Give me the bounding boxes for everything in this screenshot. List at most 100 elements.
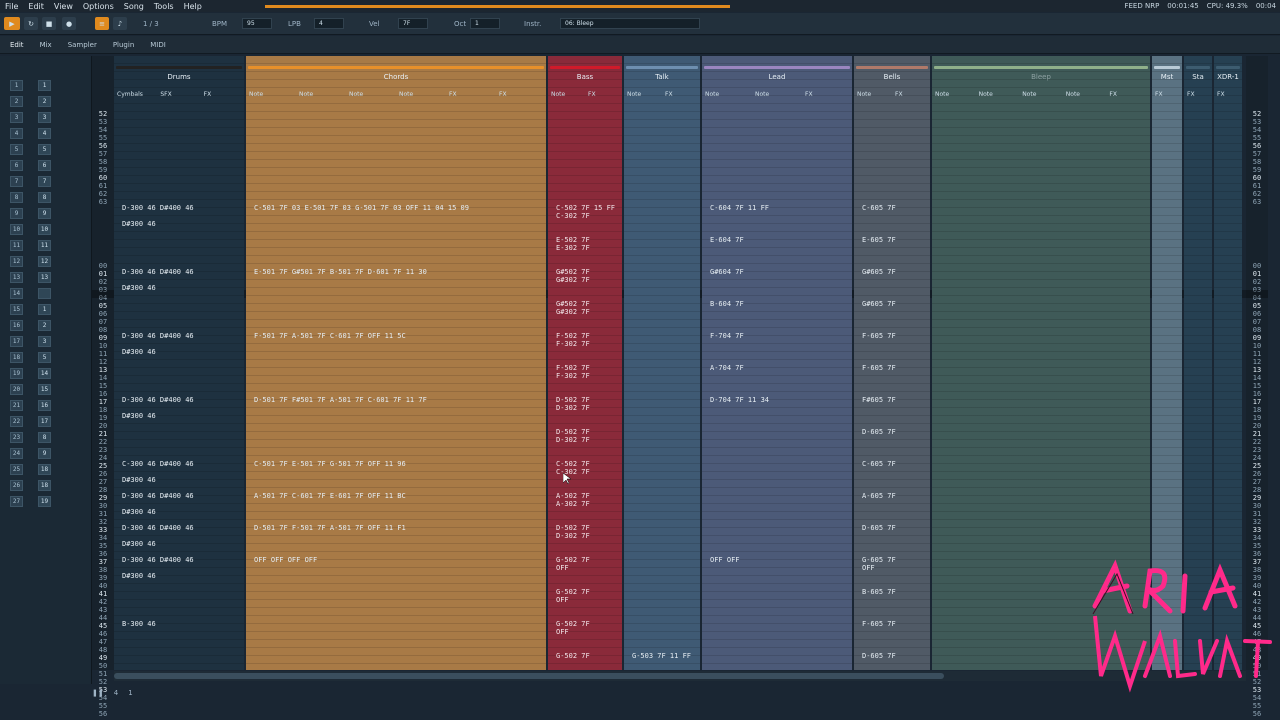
track-name[interactable]: Drums bbox=[114, 73, 244, 81]
note-cell[interactable]: D-501 7F F-501 7F A-501 7F OFF 11 F1 bbox=[254, 524, 406, 532]
note-cell[interactable]: OFF bbox=[556, 596, 569, 604]
pause-icon[interactable]: ❚❚ bbox=[92, 689, 104, 697]
note-cell[interactable]: D-300 46 D#400 46 bbox=[122, 524, 194, 532]
note-cell[interactable]: D-502 7F bbox=[556, 396, 590, 404]
sequence-position[interactable]: 15 bbox=[10, 304, 23, 315]
track-talk[interactable]: Talk Note FX G-503 7F 11 FF bbox=[624, 56, 700, 670]
menu-item-view[interactable]: View bbox=[49, 2, 78, 11]
sequence-pattern[interactable]: 11 bbox=[38, 240, 51, 251]
track-name[interactable]: Sta bbox=[1184, 73, 1212, 81]
note-cell[interactable]: C-604 7F 11 FF bbox=[710, 204, 769, 212]
track-name[interactable]: Lead bbox=[702, 73, 852, 81]
note-cell[interactable]: A-501 7F C-601 7F E-601 7F OFF 11 BC bbox=[254, 492, 406, 500]
track-drums[interactable]: Drums Cymbals SFX FX D-300 46 D#400 46 D#300 … bbox=[114, 56, 244, 670]
sequence-pattern[interactable]: 7 bbox=[38, 176, 51, 187]
note-cell[interactable]: G-502 7F bbox=[556, 588, 590, 596]
sequence-pattern[interactable]: 1 bbox=[38, 80, 51, 91]
note-cell[interactable]: A-605 7F bbox=[862, 492, 896, 500]
note-cell[interactable]: D#300 46 bbox=[122, 540, 156, 548]
sequence-position[interactable]: 2 bbox=[10, 96, 23, 107]
note-cell[interactable]: F-302 7F bbox=[556, 372, 590, 380]
note-cell[interactable]: C-501 7F 03 E-501 7F 03 G-501 7F 03 OFF … bbox=[254, 204, 469, 212]
note-cell[interactable]: F-501 7F A-501 7F C-601 7F OFF 11 5C bbox=[254, 332, 406, 340]
oct-step[interactable]: 4 bbox=[114, 689, 118, 697]
sequence-position[interactable]: 10 bbox=[10, 224, 23, 235]
menu-item-help[interactable]: Help bbox=[179, 2, 207, 11]
note-cell[interactable]: D#300 46 bbox=[122, 220, 156, 228]
tab-mix[interactable]: Mix bbox=[36, 39, 56, 51]
sequence-position[interactable]: 5 bbox=[10, 144, 23, 155]
note-cell[interactable]: OFF bbox=[556, 628, 569, 636]
note-cell[interactable]: F-502 7F bbox=[556, 332, 590, 340]
tab-edit[interactable]: Edit bbox=[6, 39, 28, 51]
track-name[interactable]: Chords bbox=[246, 73, 546, 81]
note-cell[interactable]: F-605 7F bbox=[862, 332, 896, 340]
note-cell[interactable]: G-503 7F 11 FF bbox=[632, 652, 691, 660]
note-cell[interactable]: D#300 46 bbox=[122, 348, 156, 356]
note-cell[interactable]: G#302 7F bbox=[556, 308, 590, 316]
lpb-input[interactable]: 4 bbox=[314, 18, 344, 29]
note-cell[interactable]: C-502 7F bbox=[556, 460, 590, 468]
note-cell[interactable]: E-502 7F bbox=[556, 236, 590, 244]
note-cell[interactable]: B-605 7F bbox=[862, 588, 896, 596]
track-name[interactable]: Bass bbox=[548, 73, 622, 81]
note-cell[interactable]: G#605 7F bbox=[862, 300, 896, 308]
note-cell[interactable]: D#300 46 bbox=[122, 508, 156, 516]
sequence-pattern[interactable]: 2 bbox=[38, 96, 51, 107]
stop-button[interactable]: ■ bbox=[42, 17, 56, 30]
sequence-position[interactable]: 20 bbox=[10, 384, 23, 395]
sequence-pattern[interactable]: 10 bbox=[38, 224, 51, 235]
record-button[interactable]: ● bbox=[62, 17, 76, 30]
track-lead[interactable]: Lead Note Note FX C-604 7F 11 FF E-604 7F G#6… bbox=[702, 56, 852, 670]
note-cell[interactable]: C-302 7F bbox=[556, 468, 590, 476]
note-cell[interactable]: D-300 46 D#400 46 bbox=[122, 396, 194, 404]
follow-icon[interactable]: ≡ bbox=[95, 17, 109, 30]
sequence-pattern[interactable]: 12 bbox=[38, 256, 51, 267]
sequence-pattern[interactable]: 14 bbox=[38, 368, 51, 379]
scrollbar-thumb[interactable] bbox=[114, 673, 944, 679]
sequence-position[interactable]: 6 bbox=[10, 160, 23, 171]
note-cell[interactable]: D-300 46 D#400 46 bbox=[122, 268, 194, 276]
tab-plugin[interactable]: Plugin bbox=[109, 39, 138, 51]
sequence-position[interactable]: 13 bbox=[10, 272, 23, 283]
note-cell[interactable]: G-502 7F bbox=[556, 620, 590, 628]
track-name[interactable]: Mst bbox=[1152, 73, 1182, 81]
note-cell[interactable]: OFF bbox=[862, 564, 875, 572]
note-cell[interactable]: C-502 7F 15 FF bbox=[556, 204, 615, 212]
track-name[interactable]: Talk bbox=[624, 73, 700, 81]
sequence-pattern[interactable]: 3 bbox=[38, 336, 51, 347]
note-cell[interactable]: F-605 7F bbox=[862, 620, 896, 628]
sequence-pattern[interactable]: 4 bbox=[38, 128, 51, 139]
note-cell[interactable]: D-704 7F 11 34 bbox=[710, 396, 769, 404]
sequence-position[interactable]: 25 bbox=[10, 464, 23, 475]
note-cell[interactable]: E-302 7F bbox=[556, 244, 590, 252]
sequence-position[interactable]: 12 bbox=[10, 256, 23, 267]
note-cell[interactable]: A-302 7F bbox=[556, 500, 590, 508]
note-cell[interactable]: G#605 7F bbox=[862, 268, 896, 276]
note-cell[interactable]: C-605 7F bbox=[862, 460, 896, 468]
note-cell[interactable]: D-605 7F bbox=[862, 524, 896, 532]
menu-item-song[interactable]: Song bbox=[119, 2, 149, 11]
sequence-pattern[interactable]: 5 bbox=[38, 352, 51, 363]
sequence-pattern[interactable]: 9 bbox=[38, 208, 51, 219]
play-button[interactable]: ▶ bbox=[4, 17, 20, 30]
sequence-position[interactable]: 16 bbox=[10, 320, 23, 331]
note-cell[interactable]: G#302 7F bbox=[556, 276, 590, 284]
note-cell[interactable]: D-605 7F bbox=[862, 652, 896, 660]
sequence-position[interactable]: 23 bbox=[10, 432, 23, 443]
metronome-icon[interactable]: ♪ bbox=[113, 17, 127, 30]
note-cell[interactable]: D-300 46 D#400 46 bbox=[122, 492, 194, 500]
sequence-pattern[interactable] bbox=[38, 288, 51, 299]
note-cell[interactable]: D#300 46 bbox=[122, 412, 156, 420]
note-cell[interactable]: C-300 46 D#400 46 bbox=[122, 460, 194, 468]
sequence-position[interactable]: 3 bbox=[10, 112, 23, 123]
sequence-pattern[interactable]: 8 bbox=[38, 192, 51, 203]
sequence-position[interactable]: 7 bbox=[10, 176, 23, 187]
sequence-pattern[interactable]: 1 bbox=[38, 304, 51, 315]
loop-button[interactable]: ↻ bbox=[24, 17, 38, 30]
sequence-position[interactable]: 1 bbox=[10, 80, 23, 91]
bpm-input[interactable]: 95 bbox=[242, 18, 272, 29]
note-cell[interactable]: F-704 7F bbox=[710, 332, 744, 340]
note-cell[interactable]: G-605 7F bbox=[862, 556, 896, 564]
note-cell[interactable]: G#502 7F bbox=[556, 268, 590, 276]
